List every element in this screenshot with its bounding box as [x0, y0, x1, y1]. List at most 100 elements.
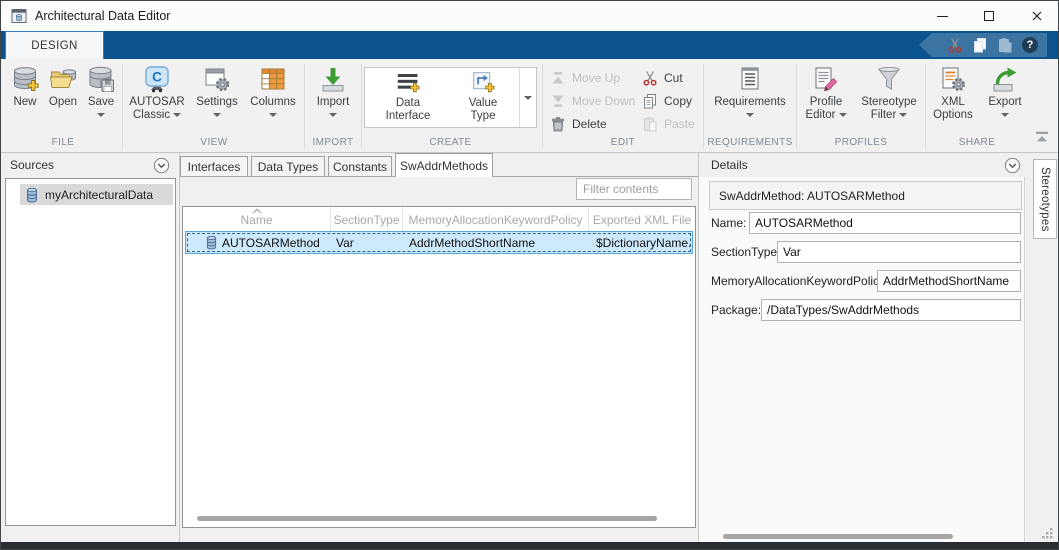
- delete-button[interactable]: Delete: [550, 113, 607, 135]
- sectiontype-field[interactable]: [777, 241, 1021, 263]
- copy-icon[interactable]: [972, 37, 988, 53]
- maximize-button[interactable]: [972, 1, 1006, 31]
- funnel-icon: [875, 65, 903, 93]
- close-button[interactable]: [1020, 1, 1054, 31]
- source-item-myarchitecturaldata[interactable]: myArchitecturalData: [20, 184, 173, 205]
- new-database-icon: [11, 65, 39, 93]
- group-label-file: FILE: [5, 137, 121, 151]
- field-label-package: Package:: [711, 299, 761, 321]
- name-field[interactable]: [749, 212, 1021, 234]
- save-database-icon: [87, 65, 115, 93]
- chevron-down-circle-icon: [1004, 157, 1021, 174]
- table-row-autosarmethod[interactable]: AUTOSARMethod Var AddrMethodShortName $D…: [185, 231, 693, 254]
- group-label-share: SHARE: [927, 137, 1027, 151]
- cut-button[interactable]: Cut: [642, 67, 683, 89]
- app-window: Architectural Data Editor DESIGN ? New O…: [0, 0, 1059, 550]
- tab-swaddrmethods[interactable]: SwAddrMethods: [395, 153, 493, 177]
- columns-button[interactable]: Columns: [245, 65, 301, 117]
- profile-editor-button[interactable]: Profile Editor: [798, 65, 854, 122]
- cut-icon[interactable]: [947, 37, 963, 53]
- tab-design[interactable]: DESIGN: [5, 31, 104, 59]
- group-label-requirements: REQUIREMENTS: [705, 137, 795, 151]
- swaddrmethod-icon: [206, 235, 217, 250]
- value-type-button[interactable]: Value Type: [450, 70, 516, 123]
- collapse-ribbon-button[interactable]: [1031, 129, 1053, 145]
- save-button[interactable]: Save: [83, 65, 119, 117]
- database-icon: [26, 187, 38, 203]
- collapse-ribbon-icon: [1033, 130, 1051, 144]
- column-header-sectiontype[interactable]: SectionType: [331, 207, 403, 231]
- tab-constants[interactable]: Constants: [328, 156, 392, 176]
- table-horizontal-scrollbar[interactable]: [197, 516, 657, 521]
- chevron-down-icon: [213, 113, 221, 117]
- paste-button: Paste: [642, 113, 695, 135]
- autosar-classic-icon: [143, 65, 171, 93]
- chevron-down-icon: [173, 113, 181, 117]
- close-icon: [1032, 11, 1042, 21]
- group-label-profiles: PROFILES: [797, 137, 925, 151]
- chevron-down-icon: [97, 113, 105, 117]
- group-label-import: IMPORT: [305, 137, 361, 151]
- details-collapse-button[interactable]: [1004, 157, 1021, 174]
- ribbon-tab-strip: DESIGN ?: [1, 31, 1058, 59]
- group-label-view: VIEW: [125, 137, 303, 151]
- profile-editor-pencil-icon: [812, 65, 840, 93]
- minimize-icon: [937, 16, 948, 17]
- minimize-button[interactable]: [925, 1, 959, 31]
- column-header-exported-xml-file[interactable]: Exported XML File: [589, 207, 695, 231]
- value-type-icon: [471, 70, 496, 95]
- copy-button[interactable]: Copy: [642, 90, 692, 112]
- group-separator: [122, 64, 123, 148]
- requirements-document-icon: [736, 65, 764, 93]
- column-header-memoryallocationkeywordpolicy[interactable]: MemoryAllocationKeywordPolicy: [403, 207, 589, 231]
- app-icon: [11, 8, 27, 24]
- field-label-memoryallocationkeywordpolicy: MemoryAllocationKeywordPolicy:: [711, 270, 888, 292]
- field-label-sectiontype: SectionType:: [711, 241, 780, 263]
- stereotype-filter-button[interactable]: Stereotype Filter: [856, 65, 922, 122]
- tab-data-types[interactable]: Data Types: [251, 156, 325, 176]
- new-button[interactable]: New: [7, 65, 43, 109]
- memoryallocationkeywordpolicy-field[interactable]: [877, 270, 1021, 292]
- tab-stereotypes[interactable]: Stereotypes: [1033, 159, 1057, 239]
- filter-input[interactable]: [576, 178, 692, 200]
- autosar-classic-button[interactable]: AUTOSAR Classic: [127, 65, 187, 122]
- field-label-name: Name:: [711, 212, 746, 234]
- help-button[interactable]: ?: [1022, 37, 1038, 53]
- group-separator: [703, 64, 704, 148]
- import-button[interactable]: Import: [307, 65, 359, 117]
- chevron-down-icon: [524, 96, 532, 100]
- tab-interfaces[interactable]: Interfaces: [180, 156, 248, 176]
- window-title: Architectural Data Editor: [35, 1, 170, 31]
- columns-table-icon: [259, 65, 287, 93]
- window-bottom-edge: [1, 542, 1058, 549]
- details-selection-title: SwAddrMethod: AUTOSARMethod: [709, 181, 1022, 210]
- export-button[interactable]: Export: [981, 65, 1029, 117]
- open-button[interactable]: Open: [45, 65, 81, 109]
- settings-button[interactable]: Settings: [191, 65, 243, 117]
- chevron-down-icon: [746, 113, 754, 117]
- move-down-button: Move Down: [550, 90, 635, 112]
- resize-grip[interactable]: [1041, 527, 1054, 540]
- sources-panel-title: Sources: [10, 153, 54, 177]
- panel-divider: [179, 153, 180, 542]
- package-field[interactable]: [761, 299, 1021, 321]
- requirements-button[interactable]: Requirements: [705, 65, 795, 117]
- group-separator: [542, 64, 543, 148]
- group-label-create: CREATE: [364, 137, 537, 151]
- chevron-down-circle-icon: [153, 157, 170, 174]
- group-separator: [796, 64, 797, 148]
- details-horizontal-scrollbar[interactable]: [723, 534, 953, 539]
- group-label-edit: EDIT: [543, 137, 703, 151]
- data-interface-button[interactable]: Data Interface: [372, 70, 444, 123]
- column-header-name[interactable]: Name: [183, 207, 331, 231]
- move-up-icon: [550, 70, 566, 86]
- sources-collapse-button[interactable]: [153, 157, 170, 174]
- create-gallery-dropdown[interactable]: [519, 68, 536, 127]
- xml-options-button[interactable]: XML Options: [927, 65, 979, 122]
- move-up-button: Move Up: [550, 67, 620, 89]
- chevron-down-icon: [329, 113, 337, 117]
- titlebar: Architectural Data Editor: [1, 1, 1058, 31]
- details-panel-title: Details: [711, 153, 748, 177]
- export-arrow-icon: [991, 65, 1019, 93]
- chevron-down-icon: [269, 113, 277, 117]
